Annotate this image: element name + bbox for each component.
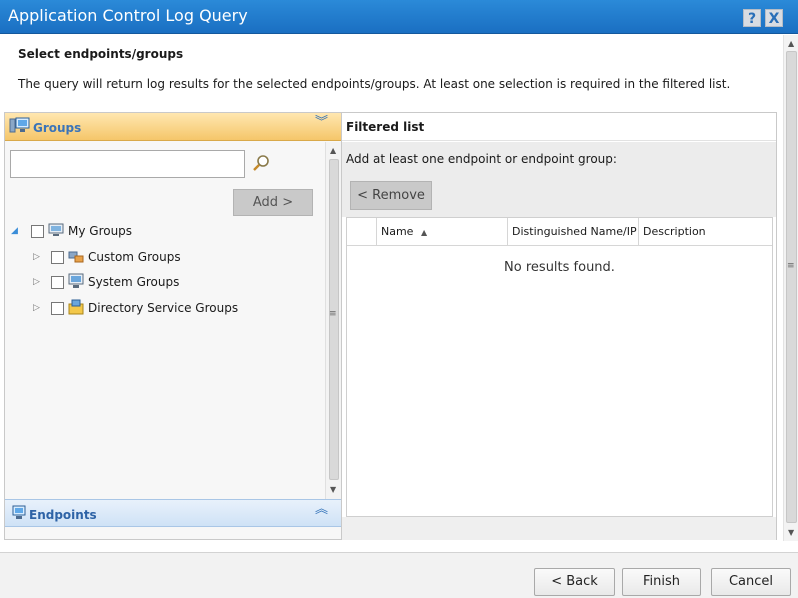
section-description: The query will return log results for th… <box>18 77 731 91</box>
window-title: Application Control Log Query <box>8 6 248 25</box>
add-button[interactable]: Add > <box>233 189 313 216</box>
collapse-chevron-icon[interactable]: ︾ <box>315 116 328 129</box>
sort-ascending-icon: ▲ <box>420 228 428 237</box>
groups-icon <box>9 117 31 138</box>
filtered-list-title: Filtered list <box>346 120 425 134</box>
column-header-dn-ip[interactable]: Distinguished Name/IP <box>508 218 639 246</box>
group-search-input[interactable] <box>10 150 245 178</box>
system-groups-icon <box>68 273 84 292</box>
endpoints-title: Endpoints <box>29 508 97 522</box>
column-label: Distinguished Name/IP <box>512 225 637 238</box>
tree-node-label: Custom Groups <box>88 250 181 264</box>
scrollbar-thumb[interactable] <box>329 159 339 480</box>
scroll-up-icon[interactable]: ▲ <box>788 39 794 48</box>
my-groups-checkbox[interactable] <box>31 224 44 238</box>
window-scrollbar[interactable]: ▲ ≡ ▼ <box>783 35 798 541</box>
remove-button[interactable]: < Remove <box>350 181 432 210</box>
scrollbar-thumb[interactable] <box>786 51 797 523</box>
select-column-header[interactable] <box>347 218 377 246</box>
scroll-down-icon[interactable]: ▼ <box>788 528 794 537</box>
tree-node-label: System Groups <box>88 275 180 289</box>
filtered-list-pane: Filtered list Add at least one endpoint … <box>341 112 777 540</box>
grid-header: Name ▲ Distinguished Name/IP Description <box>347 218 772 246</box>
grip-icon: ≡ <box>329 309 337 319</box>
cancel-button[interactable]: Cancel <box>711 568 791 596</box>
tree-node-label: Directory Service Groups <box>88 301 239 315</box>
groups-header[interactable]: Groups ︾ <box>5 113 341 141</box>
tree-node-custom-groups[interactable]: ▷ Custom Groups <box>33 247 181 267</box>
collapsed-arrow-icon[interactable]: ▷ <box>33 252 45 262</box>
directory-service-groups-icon <box>68 299 84 318</box>
filtered-list-header: Filtered list <box>342 113 776 141</box>
instruction-band: Add at least one endpoint or endpoint gr… <box>342 142 776 175</box>
system-groups-checkbox[interactable] <box>51 275 64 289</box>
grip-icon: ≡ <box>787 261 795 271</box>
collapsed-arrow-icon[interactable]: ▷ <box>33 303 45 313</box>
tree-node-system-groups[interactable]: ▷ System Groups <box>33 272 179 292</box>
search-icon[interactable] <box>252 154 270 175</box>
expanded-arrow-icon[interactable]: ◢ <box>11 226 23 236</box>
tree-node-label: My Groups <box>68 224 133 238</box>
collapsed-arrow-icon[interactable]: ▷ <box>33 277 45 287</box>
endpoints-header[interactable]: Endpoints ︽ <box>5 499 341 527</box>
help-button[interactable]: ? <box>743 9 761 27</box>
groups-title: Groups <box>33 121 82 135</box>
finish-button[interactable]: Finish <box>622 568 701 596</box>
column-label: Description <box>643 225 706 238</box>
column-header-name[interactable]: Name ▲ <box>377 218 508 246</box>
groups-pane: Groups ︾ Add > ◢ My Groups ▷ Custom Grou… <box>4 112 342 540</box>
close-button[interactable]: X <box>765 9 783 27</box>
tree-node-my-groups[interactable]: ◢ My Groups <box>11 221 132 241</box>
empty-message: No results found. <box>504 260 615 275</box>
filtered-grid: Name ▲ Distinguished Name/IP Description… <box>346 217 773 517</box>
my-groups-icon <box>48 222 64 241</box>
scroll-up-icon[interactable]: ▲ <box>330 146 336 155</box>
dialog-footer: < Back Finish Cancel <box>0 552 798 598</box>
column-label: Name <box>381 225 414 238</box>
grid-footer <box>342 517 776 540</box>
filtered-toolbar: < Remove <box>342 175 776 217</box>
custom-groups-checkbox[interactable] <box>51 250 64 264</box>
groups-body: Add > ◢ My Groups ▷ Custom Groups ▷ Syst… <box>5 142 325 499</box>
tree-node-directory-service-groups[interactable]: ▷ Directory Service Groups <box>33 298 238 318</box>
column-header-description[interactable]: Description <box>639 218 772 246</box>
directory-service-groups-checkbox[interactable] <box>51 301 64 315</box>
title-bar: Application Control Log Query ? X <box>0 0 798 34</box>
expand-chevron-icon[interactable]: ︽ <box>315 503 328 516</box>
section-heading: Select endpoints/groups <box>18 47 184 61</box>
groups-scrollbar[interactable]: ▲ ≡ ▼ <box>325 142 341 499</box>
scroll-down-icon[interactable]: ▼ <box>330 485 336 494</box>
back-button[interactable]: < Back <box>534 568 615 596</box>
instruction-text: Add at least one endpoint or endpoint gr… <box>346 152 617 166</box>
endpoint-icon <box>12 505 26 524</box>
custom-groups-icon <box>68 248 84 267</box>
